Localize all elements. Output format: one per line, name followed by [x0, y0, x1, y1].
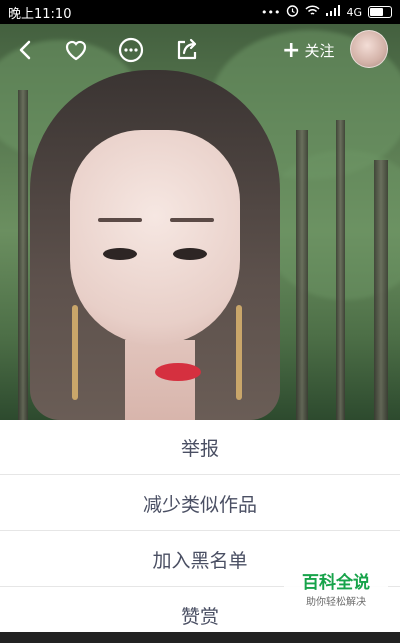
- reduce-similar-option[interactable]: 减少类似作品: [0, 476, 400, 531]
- report-option[interactable]: 举报: [0, 420, 400, 475]
- watermark-title: 百科全说: [302, 573, 370, 593]
- plus-icon: +: [282, 37, 301, 63]
- status-bar: 晚上11:10 ••• 4G: [0, 0, 400, 24]
- status-time: 晚上11:10: [8, 6, 72, 22]
- video-top-bar: + 关注: [0, 26, 400, 76]
- follow-label: 关注: [304, 42, 335, 60]
- person-in-video: [30, 70, 280, 420]
- battery-icon: [368, 6, 392, 18]
- wifi-icon: [305, 5, 321, 19]
- alarm-icon: [286, 4, 299, 20]
- share-icon[interactable]: [173, 36, 201, 64]
- signal-icon: [326, 5, 341, 19]
- back-icon[interactable]: [12, 36, 40, 64]
- follow-button[interactable]: + 关注: [282, 37, 335, 63]
- watermark-logo: 百科全说 助你轻松解决: [284, 565, 388, 610]
- watermark-subtitle: 助你轻松解决: [306, 597, 366, 608]
- network-label: 4G: [346, 5, 362, 19]
- dots-icon: •••: [261, 5, 281, 19]
- avatar[interactable]: [350, 30, 388, 68]
- heart-icon[interactable]: [62, 36, 90, 64]
- more-icon[interactable]: [117, 36, 145, 64]
